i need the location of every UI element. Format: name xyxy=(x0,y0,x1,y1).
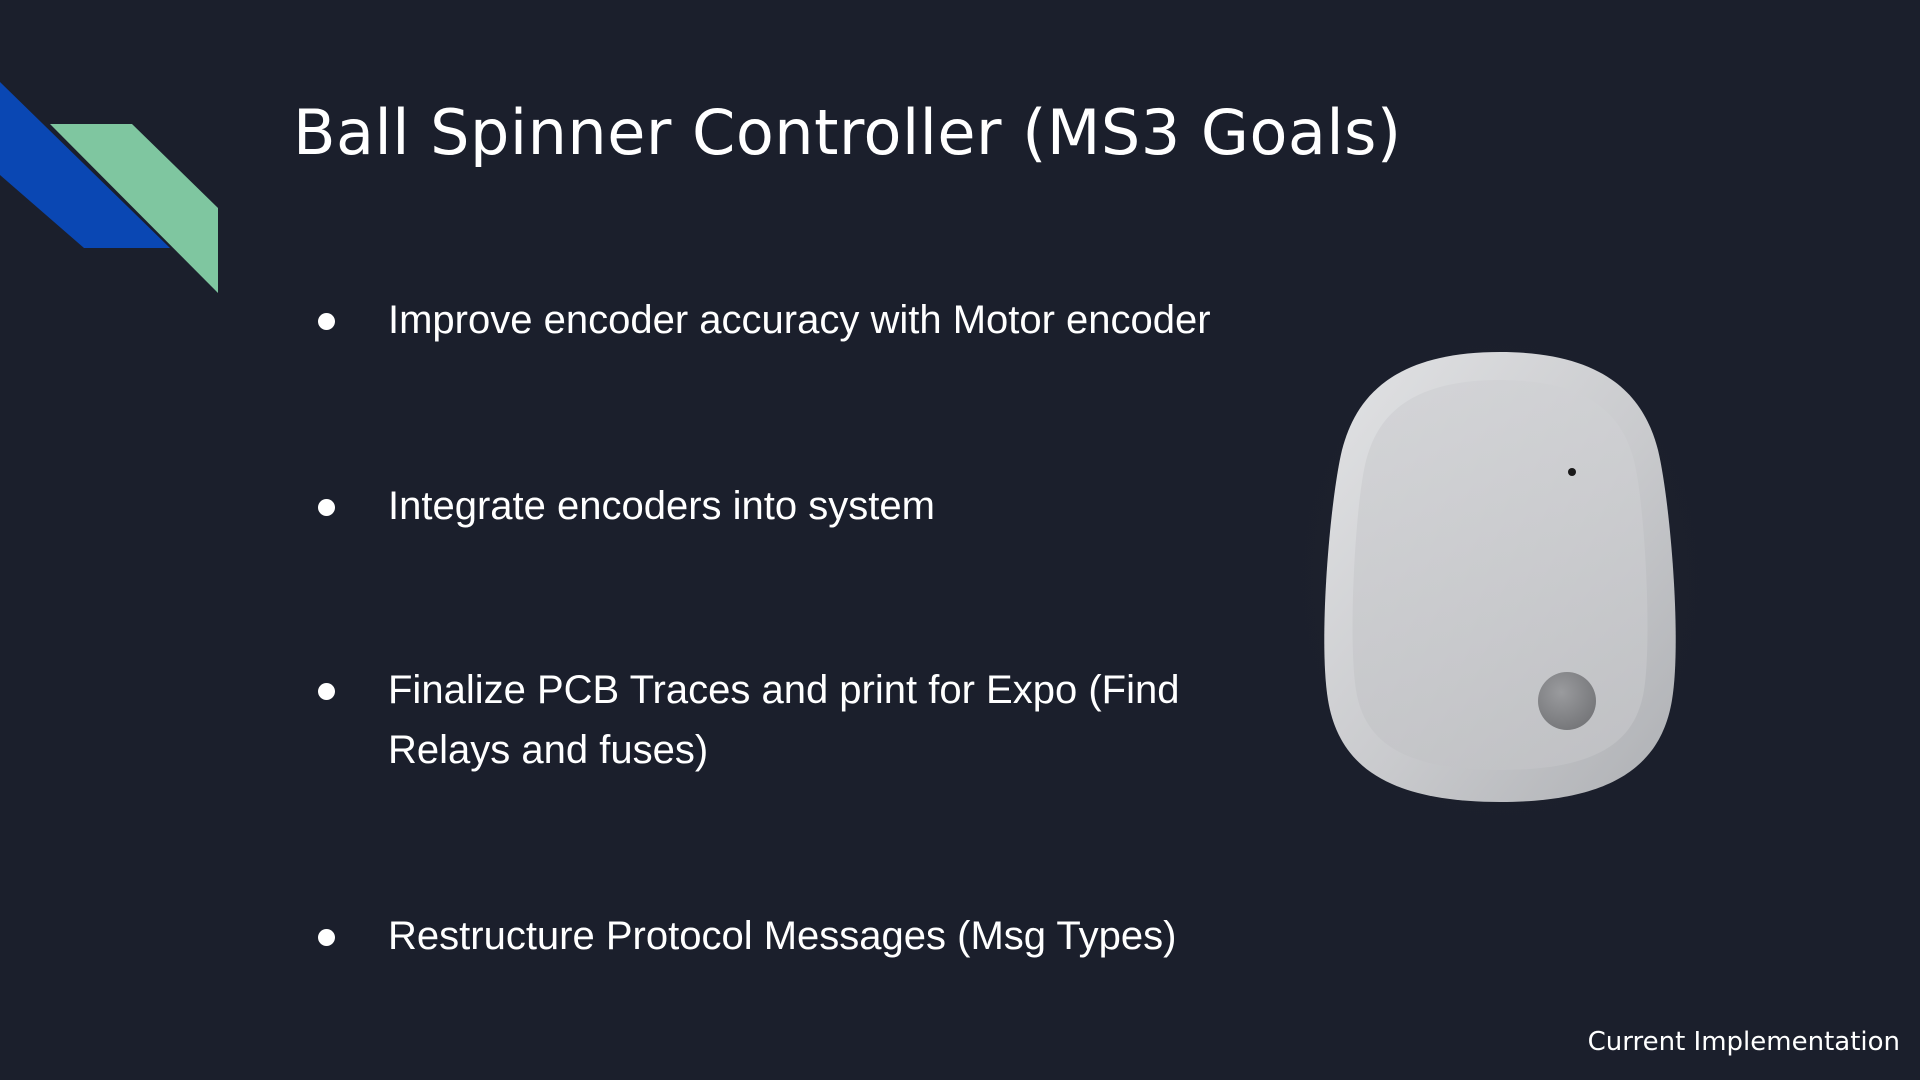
bullet-icon xyxy=(318,499,335,516)
bullet-icon xyxy=(318,683,335,700)
image-caption: Current Implementation xyxy=(1587,1027,1900,1057)
goal-item: Finalize PCB Traces and print for Expo (… xyxy=(300,660,1308,780)
corner-accent-graphic xyxy=(0,82,218,293)
slide: Ball Spinner Controller (MS3 Goals) Impr… xyxy=(0,0,1920,1080)
goal-text: Integrate encoders into system xyxy=(388,484,935,528)
goal-text: Improve encoder accuracy with Motor enco… xyxy=(388,298,1211,342)
device-face xyxy=(1352,380,1648,770)
bullet-icon xyxy=(318,313,335,330)
status-led-icon xyxy=(1568,468,1576,476)
device-image xyxy=(1300,340,1700,820)
slide-title: Ball Spinner Controller (MS3 Goals) xyxy=(293,96,1402,169)
goal-item: Integrate encoders into system xyxy=(300,476,1260,536)
goal-item: Improve encoder accuracy with Motor enco… xyxy=(300,290,1218,350)
goal-list: Improve encoder accuracy with Motor enco… xyxy=(300,290,1260,1080)
device-button xyxy=(1538,672,1596,730)
goal-item: Restructure Protocol Messages (Msg Types… xyxy=(300,906,1260,966)
goal-text: Finalize PCB Traces and print for Expo (… xyxy=(388,668,1180,772)
goal-text: Restructure Protocol Messages (Msg Types… xyxy=(388,914,1177,958)
bullet-icon xyxy=(318,929,335,946)
